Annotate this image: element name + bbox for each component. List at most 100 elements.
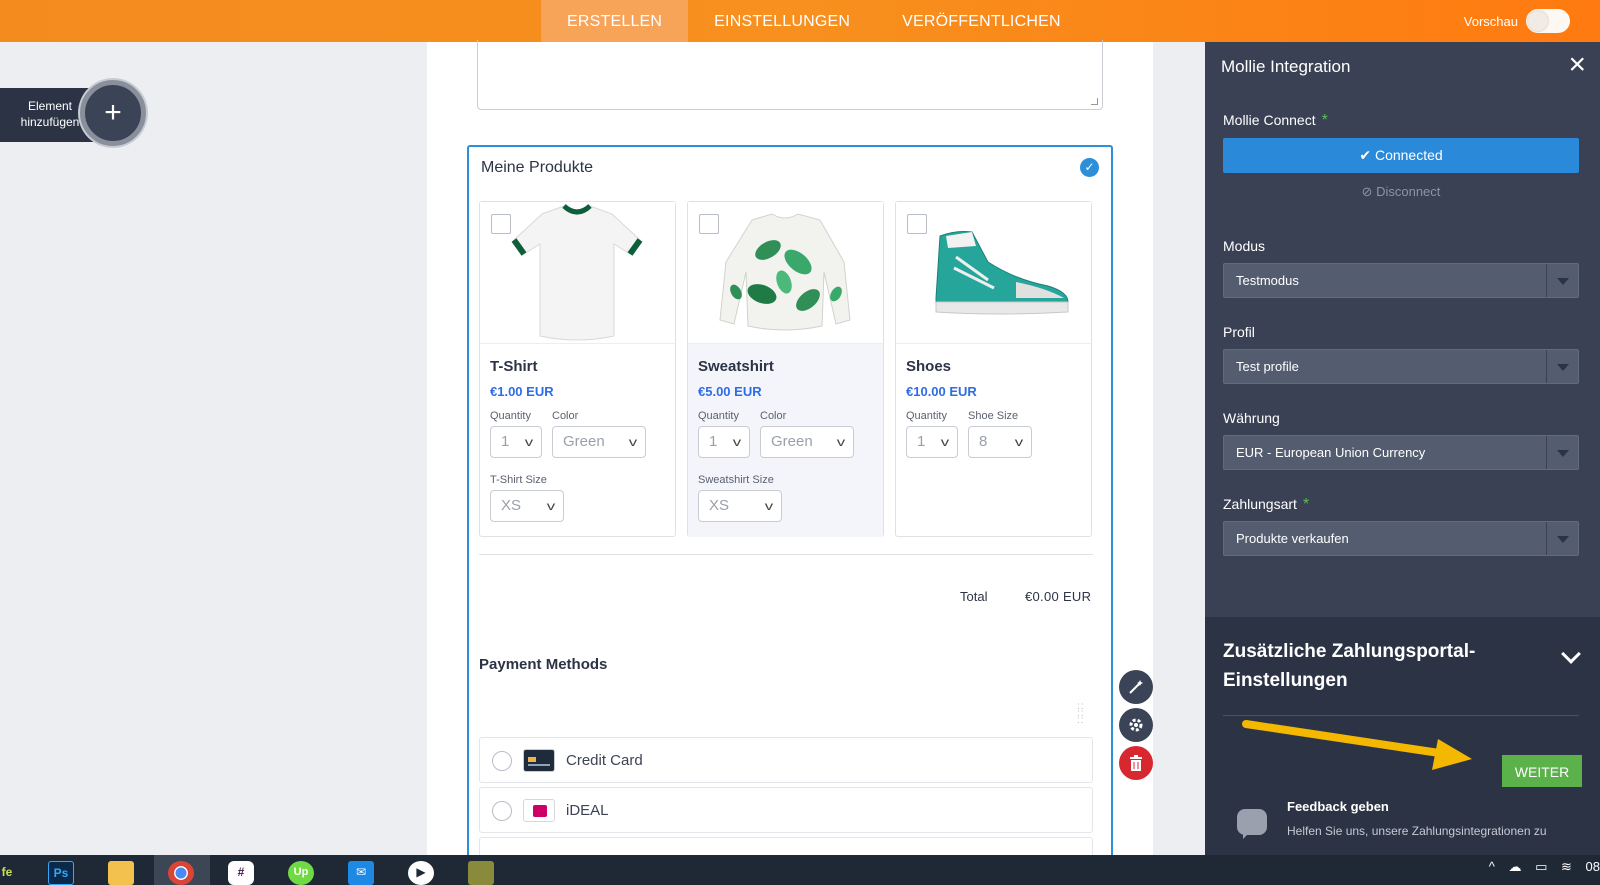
size-label: T-Shirt Size (490, 474, 547, 486)
product-card-shoes: Shoes €10.00 EUR Quantity Shoe Size 1v 8… (895, 201, 1092, 537)
chevron-down-icon[interactable] (1561, 644, 1581, 664)
radio-button[interactable] (492, 801, 512, 821)
chevron-down-icon: v (764, 499, 774, 513)
photoshop-icon[interactable]: Ps (48, 861, 74, 885)
required-asterisk-icon: * (1321, 112, 1328, 129)
zahlungsart-select[interactable]: Produkte verkaufen (1223, 521, 1579, 556)
product-card-body: T-Shirt €1.00 EUR Quantity Color 1v Gree… (480, 344, 675, 537)
quantity-label: Quantity (698, 410, 739, 422)
dropdown-arrow-icon (1546, 350, 1578, 383)
magic-wand-icon[interactable] (1119, 670, 1153, 704)
product-card-sweatshirt: Sweatshirt €5.00 EUR Quantity Color 1v G… (687, 201, 884, 537)
slack-icon[interactable]: # (228, 861, 254, 885)
upwork-icon[interactable]: Up (288, 861, 314, 885)
size-select[interactable]: XS v (698, 490, 782, 522)
required-asterisk-icon: * (1302, 496, 1310, 513)
gear-icon[interactable] (1119, 708, 1153, 742)
color-select[interactable]: Green v (760, 426, 854, 458)
selected-check-icon: ✓ (1080, 158, 1099, 177)
total-label: Total (960, 589, 988, 604)
color-select[interactable]: Green v (552, 426, 646, 458)
panel-title: Mollie Integration (1221, 57, 1351, 76)
app-partial-icon[interactable]: fe (0, 861, 20, 885)
quantity-select[interactable]: 1v (698, 426, 750, 458)
add-element-button[interactable]: + (80, 80, 146, 146)
size-label: Sweatshirt Size (698, 474, 774, 486)
chrome-icon[interactable] (168, 861, 194, 885)
product-name: T-Shirt (490, 358, 538, 375)
tray-chevron-icon[interactable]: ^ (1489, 859, 1495, 874)
product-price: €1.00 EUR (490, 384, 554, 399)
product-card-body: Sweatshirt €5.00 EUR Quantity Color 1v G… (688, 344, 883, 537)
field-label-zahlungsart: Zahlungsart * (1223, 496, 1310, 513)
total-value: €0.00 EUR (1025, 589, 1092, 604)
product-name: Shoes (906, 358, 952, 375)
chevron-down-icon: v (546, 499, 556, 513)
preview-control: Vorschau (1464, 0, 1570, 42)
tab-einstellungen[interactable]: EINSTELLUNGEN (688, 0, 876, 42)
wifi-icon[interactable]: ≋ (1561, 859, 1572, 874)
product-price: €10.00 EUR (906, 384, 977, 399)
payment-method-label: iDEAL (566, 802, 609, 819)
feedback-section[interactable]: Feedback geben Helfen Sie uns, unsere Za… (1205, 787, 1600, 855)
chevron-down-icon: v (836, 435, 846, 449)
radio-button[interactable] (492, 751, 512, 771)
field-label-waehrung: Währung (1223, 410, 1280, 426)
media-app-icon[interactable]: ▶ (408, 861, 434, 885)
payment-methods-title: Payment Methods (479, 656, 608, 673)
chevron-down-icon: v (524, 435, 534, 449)
advanced-settings-title: Zusätzliche Zahlungsportal-Einstellungen (1223, 641, 1476, 691)
builder-tabs: ERSTELLEN EINSTELLUNGEN VERÖFFENTLICHEN (541, 0, 1087, 42)
tab-erstellen[interactable]: ERSTELLEN (541, 0, 689, 42)
tab-veroeffentlichen[interactable]: VERÖFFENTLICHEN (876, 0, 1087, 42)
quantity-label: Quantity (490, 410, 531, 422)
payment-method-credit-card[interactable]: Credit Card (479, 737, 1093, 783)
form-canvas: Meine Produkte ✓ T-Shirt €1.00 EUR Quant… (427, 40, 1153, 867)
cloud-icon[interactable]: ☁ (1508, 859, 1521, 874)
preview-toggle[interactable] (1526, 9, 1570, 33)
system-tray: ^ ☁ ▭ ≋ 08 (1489, 859, 1600, 875)
payment-method-label: Credit Card (566, 752, 643, 769)
divider (479, 554, 1093, 555)
chat-bubble-icon (1237, 809, 1267, 839)
next-button[interactable]: WEITER (1502, 755, 1582, 790)
os-taskbar: fe Ps # Up ✉ ▶ ^ ☁ ▭ ≋ 08 (0, 855, 1600, 885)
battery-icon[interactable]: ▭ (1535, 859, 1547, 874)
dropdown-arrow-icon (1546, 436, 1578, 469)
color-label: Color (760, 410, 787, 422)
annotation-arrow-icon (1242, 720, 1472, 770)
quantity-select[interactable]: 1v (490, 426, 542, 458)
clock[interactable]: 08 (1586, 859, 1600, 874)
chevron-down-icon: v (628, 435, 638, 449)
chevron-down-icon: v (732, 435, 742, 449)
size-select[interactable]: XS v (490, 490, 564, 522)
quantity-label: Quantity (906, 410, 947, 422)
close-icon[interactable]: × (1568, 50, 1586, 80)
disconnect-link[interactable]: ⊘ Disconnect (1223, 184, 1579, 200)
product-checkbox[interactable] (491, 214, 511, 234)
product-card-body: Shoes €10.00 EUR Quantity Shoe Size 1v 8… (896, 344, 1091, 537)
waehrung-select[interactable]: EUR - European Union Currency (1223, 435, 1579, 470)
payment-method-ideal[interactable]: iDEAL (479, 787, 1093, 833)
plus-icon: + (104, 96, 122, 129)
product-checkbox[interactable] (699, 214, 719, 234)
color-label: Color (552, 410, 579, 422)
connected-button[interactable]: ✔ Connected (1223, 138, 1579, 173)
product-checkbox[interactable] (907, 214, 927, 234)
feedback-text: Helfen Sie uns, unsere Zahlungsintegrati… (1287, 824, 1547, 838)
product-card-tshirt: T-Shirt €1.00 EUR Quantity Color 1v Gree… (479, 201, 676, 537)
trash-icon[interactable] (1119, 746, 1153, 780)
profil-select[interactable]: Test profile (1223, 349, 1579, 384)
field-label-modus: Modus (1223, 238, 1266, 254)
dropdown-arrow-icon (1546, 264, 1578, 297)
textarea-field[interactable] (477, 40, 1103, 110)
mail-icon[interactable]: ✉ (348, 861, 374, 885)
ideal-icon (523, 799, 555, 822)
drag-handle-icon[interactable]: :::::: (1077, 702, 1087, 726)
app-icon[interactable] (468, 861, 494, 885)
file-explorer-icon[interactable] (108, 861, 134, 885)
product-list-block[interactable]: Meine Produkte ✓ T-Shirt €1.00 EUR Quant… (467, 145, 1113, 867)
quantity-select[interactable]: 1v (906, 426, 958, 458)
shoe-size-select[interactable]: 8v (968, 426, 1032, 458)
modus-select[interactable]: Testmodus (1223, 263, 1579, 298)
